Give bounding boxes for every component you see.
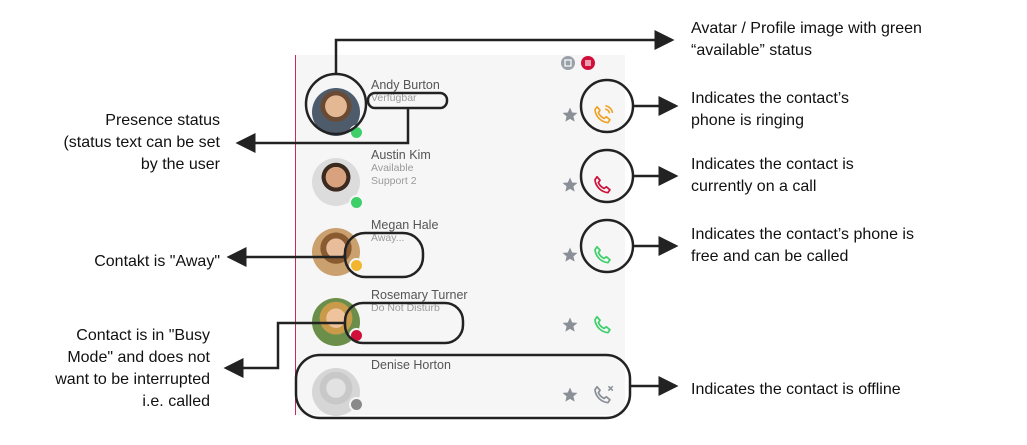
avatar-highlight (304, 72, 368, 136)
avatar-arrow (334, 30, 675, 74)
annotation-free: Indicates the contact’s phone is free and… (691, 226, 914, 265)
annotation-offline: Indicates the contact is offline (691, 381, 901, 398)
on-call-phone-highlight (579, 148, 635, 204)
presence-status-highlight (366, 91, 449, 110)
annotation-presence: Presence status (status text can be set by… (63, 112, 220, 173)
annotation-away: Contakt is "Away" (94, 253, 220, 270)
annotation-ringing: Indicates the contact’s phone is ringing (691, 90, 850, 129)
annotation-on-call: Indicates the contact is currently on a c… (691, 156, 854, 195)
away-highlight (343, 231, 425, 279)
busy-highlight (343, 301, 465, 345)
annotation-avatar: Avatar / Profile image with green “availa… (691, 20, 922, 59)
busy-arrow (223, 321, 345, 378)
offline-row-highlight (294, 353, 632, 420)
annotation-busy: Contact is in "Busy Mode" and does not wan… (55, 327, 210, 410)
presence-arrow (235, 108, 410, 153)
ringing-phone-highlight (579, 78, 635, 134)
free-phone-highlight (579, 218, 635, 274)
